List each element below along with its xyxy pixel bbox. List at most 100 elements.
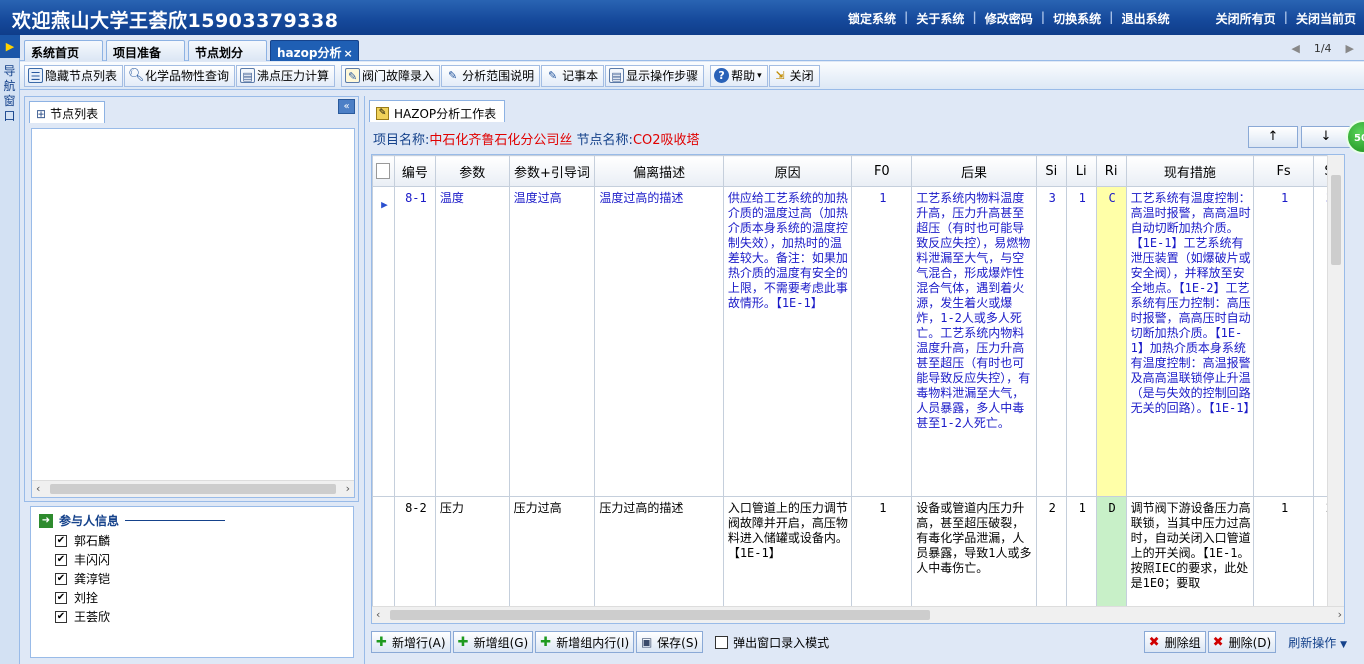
checkbox[interactable]: ✔: [55, 553, 67, 566]
scroll-thumb[interactable]: [1331, 175, 1341, 265]
tab-project-prep[interactable]: 项目准备: [106, 40, 185, 61]
checkbox[interactable]: ✔: [55, 610, 67, 623]
node-tree[interactable]: ‹ ›: [31, 128, 355, 498]
boiling-pressure-calc-button[interactable]: ▤ 沸点压力计算: [236, 64, 336, 87]
popup-entry-mode-toggle[interactable]: 弹出窗口录入模式: [715, 634, 829, 651]
cell-li[interactable]: 1: [1065, 496, 1097, 617]
participant-item[interactable]: ✔ 龚淳铠: [55, 569, 110, 588]
participant-item[interactable]: ✔ 丰闪闪: [55, 550, 110, 569]
delete-button[interactable]: ✖ 删除(D): [1207, 631, 1277, 653]
save-button[interactable]: ▣ 保存(S): [636, 631, 704, 653]
chemical-property-query-button[interactable]: 🔍︎ 化学品物性查询: [124, 64, 236, 87]
hide-node-list-button[interactable]: ☰ 隐藏节点列表: [24, 64, 124, 87]
cell-param[interactable]: 温度: [434, 186, 510, 497]
switch-system-link[interactable]: 切换系统: [1045, 10, 1109, 27]
cell-fs[interactable]: 1: [1253, 496, 1314, 617]
cell-no[interactable]: 8-2: [393, 496, 436, 617]
scroll-right-icon[interactable]: ›: [346, 482, 350, 495]
exit-system-link[interactable]: 退出系统: [1114, 10, 1178, 27]
hazop-worksheet-tab[interactable]: ✎ HAZOP分析工作表: [369, 100, 506, 122]
cell-f0[interactable]: 1: [851, 186, 913, 497]
checkbox[interactable]: ✔: [55, 534, 67, 547]
cell-deviation[interactable]: 温度过高的描述: [594, 186, 724, 497]
cell-cause[interactable]: 入口管道上的压力调节阀故障并开启，高压物料进入储罐或设备内。【1E-1】: [722, 496, 853, 617]
cell-param-guide[interactable]: 温度过高: [508, 186, 596, 497]
checkbox[interactable]: ✔: [55, 572, 67, 585]
scroll-left-icon[interactable]: ‹: [376, 608, 380, 621]
nav-window-strip[interactable]: ▶ 导航窗口: [0, 35, 20, 664]
help-menu-button[interactable]: ? 帮助 ▾: [710, 64, 768, 87]
move-down-button[interactable]: ↓: [1301, 126, 1351, 148]
move-up-button[interactable]: ↑: [1248, 126, 1298, 148]
refresh-operations-menu[interactable]: 刷新操作 ▼: [1288, 634, 1347, 651]
cell-si[interactable]: 3: [1035, 186, 1067, 497]
column-header[interactable]: 编号: [393, 155, 436, 187]
cell-ri[interactable]: C: [1095, 186, 1127, 497]
scroll-thumb[interactable]: [50, 484, 336, 494]
cell-measures[interactable]: 调节阀下游设备压力高联锁，当其中压力过高时，自动关闭入口管道上的开关阀。【1E-…: [1125, 496, 1255, 617]
participant-item[interactable]: ✔ 王荟欣: [55, 607, 110, 626]
column-header[interactable]: Ri: [1095, 155, 1127, 187]
cell-consequence[interactable]: 设备或管道内压力升高，甚至超压破裂，有毒化学品泄漏，人员暴露，导致1人或多人中毒…: [911, 496, 1037, 617]
column-header[interactable]: 原因: [722, 155, 853, 187]
node-list-tab[interactable]: ⊞ 节点列表: [29, 101, 106, 123]
close-all-pages-link[interactable]: 关闭所有页: [1208, 10, 1284, 27]
tab-hazop-analysis[interactable]: hazop分析 ×: [270, 40, 359, 61]
cell-cause[interactable]: 供应给工艺系统的加热介质的温度过高（加热介质本身系统的温度控制失效），加热时的温…: [722, 186, 853, 497]
cell-fs[interactable]: 1: [1253, 186, 1314, 497]
table-row[interactable]: 8-2 压力 压力过高 压力过高的描述 入口管道上的压力调节阀故障并开启，高压物…: [372, 496, 1344, 617]
column-header[interactable]: 后果: [911, 155, 1037, 187]
change-password-link[interactable]: 修改密码: [977, 10, 1041, 27]
cell-param[interactable]: 压力: [434, 496, 510, 617]
tab-node-division[interactable]: 节点划分: [188, 40, 267, 61]
cell-li[interactable]: 1: [1065, 186, 1097, 497]
scroll-thumb[interactable]: [390, 610, 930, 620]
column-header[interactable]: Fs: [1253, 155, 1314, 187]
column-header[interactable]: 偏离描述: [594, 155, 724, 187]
cell-si[interactable]: 2: [1035, 496, 1067, 617]
close-tab-icon[interactable]: ×: [343, 47, 352, 60]
add-in-group-row-button[interactable]: ✚ 新增组内行(I): [535, 631, 635, 653]
table-row[interactable]: ▶ 8-1 温度 温度过高 温度过高的描述 供应给工艺系统的加热介质的温度过高（…: [372, 186, 1344, 497]
add-group-button[interactable]: ✚ 新增组(G): [452, 631, 534, 653]
column-header[interactable]: 参数+引导词: [508, 155, 596, 187]
lock-system-link[interactable]: 锁定系统: [840, 10, 904, 27]
tab-home[interactable]: 系统首页: [24, 40, 103, 61]
delete-group-button[interactable]: ✖ 删除组: [1143, 631, 1206, 653]
grid-vertical-scrollbar[interactable]: [1327, 155, 1344, 607]
prev-page-icon[interactable]: ◀: [1291, 42, 1299, 55]
next-page-icon[interactable]: ▶: [1346, 42, 1354, 55]
column-header[interactable]: Si: [1035, 155, 1067, 187]
add-row-button[interactable]: ✚ 新增行(A): [371, 631, 451, 653]
close-current-page-link[interactable]: 关闭当前页: [1288, 10, 1364, 27]
cell-f0[interactable]: 1: [851, 496, 913, 617]
checkbox[interactable]: [715, 635, 729, 649]
notepad-button[interactable]: ✎ 记事本: [541, 64, 605, 87]
column-header[interactable]: 参数: [434, 155, 510, 187]
row-selector[interactable]: [372, 496, 395, 617]
scroll-left-icon[interactable]: ‹: [36, 482, 40, 495]
column-header[interactable]: Li: [1065, 155, 1097, 187]
analysis-scope-button[interactable]: ✎ 分析范围说明: [441, 64, 541, 87]
cell-param-guide[interactable]: 压力过高: [508, 496, 596, 617]
column-header[interactable]: 现有措施: [1125, 155, 1255, 187]
select-all-header[interactable]: [372, 155, 395, 187]
cell-ri[interactable]: D: [1095, 496, 1127, 617]
cell-deviation[interactable]: 压力过高的描述: [594, 496, 724, 617]
collapse-panel-icon[interactable]: «: [338, 99, 355, 114]
about-system-link[interactable]: 关于系统: [908, 10, 972, 27]
close-button[interactable]: ⇲ 关闭: [768, 64, 820, 87]
column-header[interactable]: F0: [851, 155, 913, 187]
expand-arrow-icon[interactable]: ▶: [0, 35, 20, 58]
valve-fault-entry-button[interactable]: ✎ 阀门故障录入: [341, 64, 441, 87]
participant-item[interactable]: ✔ 刘拴: [55, 588, 110, 607]
grid-horizontal-scrollbar[interactable]: ‹ ›: [372, 606, 1344, 623]
participant-item[interactable]: ✔ 郭石麟: [55, 531, 110, 550]
show-steps-button[interactable]: ▤ 显示操作步骤: [605, 64, 705, 87]
scroll-right-icon[interactable]: ›: [1338, 608, 1342, 621]
checkbox[interactable]: ✔: [55, 591, 67, 604]
node-tree-scrollbar[interactable]: ‹ ›: [32, 480, 354, 497]
cell-measures[interactable]: 工艺系统有温度控制：高温时报警，高高温时自动切断加热介质。【1E-1】工艺系统有…: [1125, 186, 1255, 497]
row-selector[interactable]: ▶: [372, 186, 395, 497]
cell-no[interactable]: 8-1: [393, 186, 436, 497]
